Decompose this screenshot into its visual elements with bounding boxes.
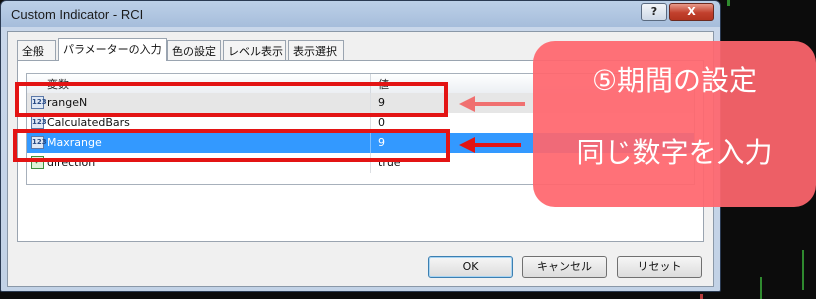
tab-levels[interactable]: レベル表示 bbox=[223, 40, 286, 60]
cancel-button[interactable]: キャンセル bbox=[522, 256, 607, 278]
highlight-box-maxrange bbox=[13, 129, 450, 162]
arrow-left-icon bbox=[459, 96, 475, 112]
arrow-left-icon bbox=[459, 137, 475, 153]
callout-subtitle: 同じ数字を入力 bbox=[576, 136, 773, 169]
callout-title: ⑤期間の設定 bbox=[591, 64, 758, 97]
chart-background-candle bbox=[700, 294, 703, 299]
tab-visualization[interactable]: 表示選択 bbox=[288, 40, 344, 60]
arrow-light bbox=[459, 96, 525, 112]
title-bar: Custom Indicator - RCI ? X bbox=[1, 1, 720, 28]
tab-colors[interactable]: 色の設定 bbox=[167, 40, 221, 60]
window-title: Custom Indicator - RCI bbox=[11, 7, 144, 22]
param-name: CalculatedBars bbox=[47, 116, 130, 129]
param-value[interactable]: 0 bbox=[378, 116, 385, 129]
help-button[interactable]: ? bbox=[641, 3, 667, 21]
arrow-dark bbox=[459, 137, 521, 153]
tab-parameters[interactable]: パラメーターの入力 bbox=[58, 38, 167, 61]
tab-general[interactable]: 全般 bbox=[17, 40, 56, 60]
highlight-box-rangeN bbox=[15, 82, 448, 117]
chart-background-candle bbox=[760, 277, 762, 299]
close-button[interactable]: X bbox=[669, 3, 714, 21]
arrow-shaft bbox=[473, 143, 521, 147]
annotation-callout: ⑤期間の設定 同じ数字を入力 bbox=[533, 41, 816, 207]
number-icon: 123 bbox=[31, 116, 47, 129]
reset-button[interactable]: リセット bbox=[617, 256, 702, 278]
chart-background-candle bbox=[802, 250, 804, 290]
chart-background-candle bbox=[727, 0, 730, 6]
ok-button[interactable]: OK bbox=[428, 256, 513, 278]
arrow-shaft bbox=[473, 102, 525, 106]
